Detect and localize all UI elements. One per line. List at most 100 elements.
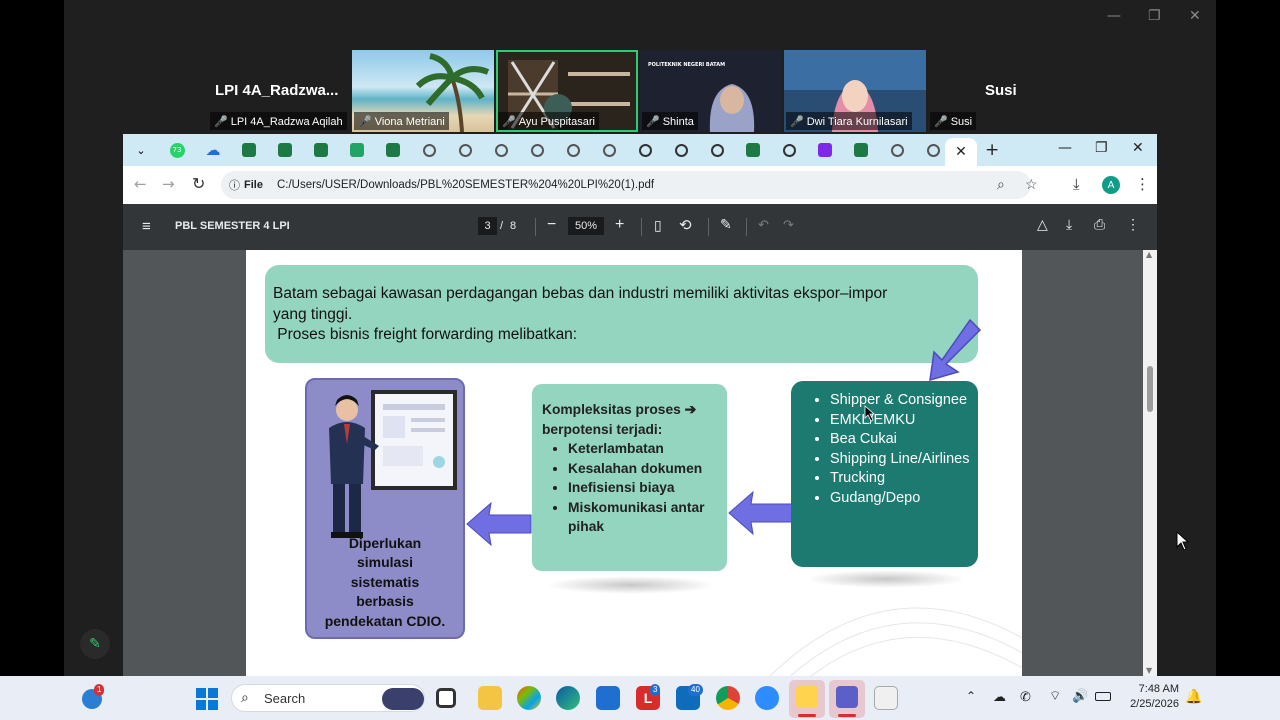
tab-chrome-3[interactable] bbox=[699, 134, 735, 166]
tab-site-6[interactable] bbox=[591, 134, 627, 166]
file-chip: File bbox=[244, 179, 263, 191]
task-view-icon[interactable] bbox=[436, 688, 456, 708]
taskbar-active-app[interactable] bbox=[789, 680, 825, 718]
battery-icon[interactable] bbox=[1095, 692, 1111, 701]
annotate-pen-icon[interactable]: ✎ bbox=[720, 216, 732, 233]
info-icon: ⓘ bbox=[229, 180, 240, 192]
conclusion-box: Diperlukan simulasi sistematis berbasis … bbox=[305, 378, 465, 639]
tab-whatsapp[interactable]: 73 bbox=[159, 134, 195, 166]
forward-arrow-icon[interactable]: → bbox=[162, 175, 175, 193]
pdf-more-icon[interactable]: ⋮ bbox=[1126, 216, 1140, 233]
tab-site-2[interactable] bbox=[447, 134, 483, 166]
chrome-taskbar-icon[interactable] bbox=[716, 686, 740, 710]
tab-site-7[interactable] bbox=[879, 134, 915, 166]
reload-icon[interactable]: ↻ bbox=[192, 174, 205, 193]
tab-chrome-2[interactable] bbox=[663, 134, 699, 166]
tab-site-1[interactable] bbox=[411, 134, 447, 166]
globe-icon bbox=[602, 143, 616, 157]
tab-site-3[interactable] bbox=[483, 134, 519, 166]
start-button[interactable] bbox=[196, 688, 218, 715]
zoom-level-input[interactable]: 50% bbox=[568, 217, 604, 235]
tab-excel-6[interactable] bbox=[843, 134, 879, 166]
list-item: EMKL/EMKU bbox=[830, 411, 974, 431]
rotate-icon[interactable]: ⟲ bbox=[679, 216, 692, 234]
url-text[interactable]: C:/Users/USER/Downloads/PBL%20SEMESTER%2… bbox=[277, 179, 654, 191]
scroll-up-icon[interactable]: ▲ bbox=[1146, 250, 1152, 259]
minimize-window-icon[interactable]: — bbox=[1107, 8, 1121, 24]
tab-site-4[interactable] bbox=[519, 134, 555, 166]
page-number-input[interactable]: 3 bbox=[478, 217, 497, 235]
minimize-icon[interactable]: — bbox=[1058, 140, 1072, 156]
excel-icon bbox=[854, 143, 868, 157]
download-icon[interactable]: ⤓ bbox=[1073, 175, 1080, 193]
print-icon[interactable]: ⎙ bbox=[1094, 216, 1105, 233]
page-total: 8 bbox=[510, 220, 517, 232]
zoom-out-icon[interactable]: − bbox=[547, 216, 556, 234]
annotation-pen-button[interactable]: ✎ bbox=[80, 629, 110, 659]
tab-excel-5[interactable] bbox=[735, 134, 771, 166]
menu-kebab-icon[interactable]: ⋮ bbox=[1135, 175, 1150, 193]
fit-page-icon[interactable]: ▯ bbox=[654, 217, 662, 234]
scrollbar-thumb[interactable] bbox=[1147, 366, 1153, 412]
restore-window-icon[interactable]: ❐ bbox=[1148, 8, 1161, 24]
copilot-icon[interactable] bbox=[517, 686, 541, 710]
left-arrow-icon bbox=[466, 501, 532, 547]
active-tab-close-button[interactable]: ✕ bbox=[945, 138, 977, 166]
clock-date[interactable]: 2/25/2026 bbox=[1124, 698, 1179, 710]
edge-icon[interactable] bbox=[556, 686, 580, 710]
back-arrow-icon[interactable]: ← bbox=[134, 175, 147, 193]
zoom-in-icon[interactable]: + bbox=[615, 216, 624, 234]
notification-badge: 40 bbox=[688, 684, 703, 696]
restore-icon[interactable]: ❐ bbox=[1095, 140, 1108, 156]
undo-icon[interactable]: ↶ bbox=[758, 217, 769, 233]
page-separator: / bbox=[500, 220, 504, 232]
hamburger-menu-icon[interactable]: ≡ bbox=[142, 218, 151, 235]
tab-chrome-4[interactable] bbox=[771, 134, 807, 166]
drive-save-icon[interactable]: △ bbox=[1037, 216, 1048, 233]
bookmark-star-icon[interactable]: ☆ bbox=[1025, 176, 1038, 193]
down-left-arrow-icon bbox=[929, 318, 982, 382]
tab-onedrive[interactable]: ☁ bbox=[195, 134, 231, 166]
tab-search-button[interactable]: ⌄ bbox=[123, 134, 159, 166]
taskbar-teams-app[interactable] bbox=[829, 680, 865, 718]
taskbar-search-box[interactable]: ⌕ Search bbox=[231, 684, 425, 712]
download-pdf-icon[interactable]: ⤓ bbox=[1066, 216, 1072, 233]
excel-icon bbox=[746, 143, 760, 157]
tab-site-5[interactable] bbox=[555, 134, 591, 166]
chrome-icon bbox=[638, 143, 652, 157]
close-icon[interactable]: ✕ bbox=[1132, 140, 1144, 156]
participant-name-card-left: LPI 4A_Radzwa... bbox=[215, 82, 339, 99]
url-box[interactable]: ⓘ File C:/Users/USER/Downloads/PBL%20SEM… bbox=[221, 171, 1038, 199]
tab-excel-4[interactable] bbox=[375, 134, 411, 166]
new-tab-button[interactable]: + bbox=[985, 140, 999, 160]
clock-time[interactable]: 7:48 AM bbox=[1133, 683, 1179, 695]
tab-excel-2[interactable] bbox=[267, 134, 303, 166]
tab-excel-3[interactable] bbox=[303, 134, 339, 166]
zoom-app-icon[interactable] bbox=[755, 686, 779, 710]
volume-icon[interactable]: 🔊 bbox=[1072, 688, 1088, 704]
browser-window: ⌄ 73 ☁ ✕ + — ❐ ✕ ← → ↻ ⓘ File C:/Users/U… bbox=[123, 134, 1157, 677]
vertical-scrollbar[interactable]: ▲ ▼ bbox=[1143, 250, 1157, 677]
tab-canva[interactable] bbox=[807, 134, 843, 166]
scroll-down-icon[interactable]: ▼ bbox=[1146, 666, 1152, 675]
redo-icon[interactable]: ↷ bbox=[783, 217, 794, 233]
tab-sheets[interactable] bbox=[339, 134, 375, 166]
profile-avatar[interactable]: A bbox=[1102, 176, 1120, 194]
zoom-icon[interactable]: ⌕ bbox=[997, 176, 1005, 193]
tab-excel-1[interactable] bbox=[231, 134, 267, 166]
pdf-viewer[interactable]: Batam sebagai kawasan perdagangan bebas … bbox=[123, 250, 1157, 677]
language-icon[interactable]: ✆ bbox=[1020, 689, 1031, 705]
tab-chrome-1[interactable] bbox=[627, 134, 663, 166]
pdf-page: Batam sebagai kawasan perdagangan bebas … bbox=[246, 250, 1022, 677]
file-explorer-icon[interactable] bbox=[478, 686, 502, 710]
wifi-icon[interactable]: ⌔ bbox=[1049, 688, 1061, 704]
tray-chevron-icon[interactable]: ⌃ bbox=[966, 689, 976, 703]
store-icon[interactable] bbox=[596, 686, 620, 710]
mic-muted-icon: 🎤 bbox=[358, 116, 372, 128]
decorative-curves bbox=[768, 607, 1022, 677]
toolbar-divider bbox=[746, 218, 747, 236]
cloud-status-icon[interactable]: ☁ bbox=[993, 689, 1006, 705]
snipping-tool-icon[interactable] bbox=[874, 686, 898, 710]
close-window-icon[interactable]: ✕ bbox=[1189, 8, 1201, 24]
notifications-bell-icon[interactable]: 🔔 bbox=[1185, 688, 1202, 705]
